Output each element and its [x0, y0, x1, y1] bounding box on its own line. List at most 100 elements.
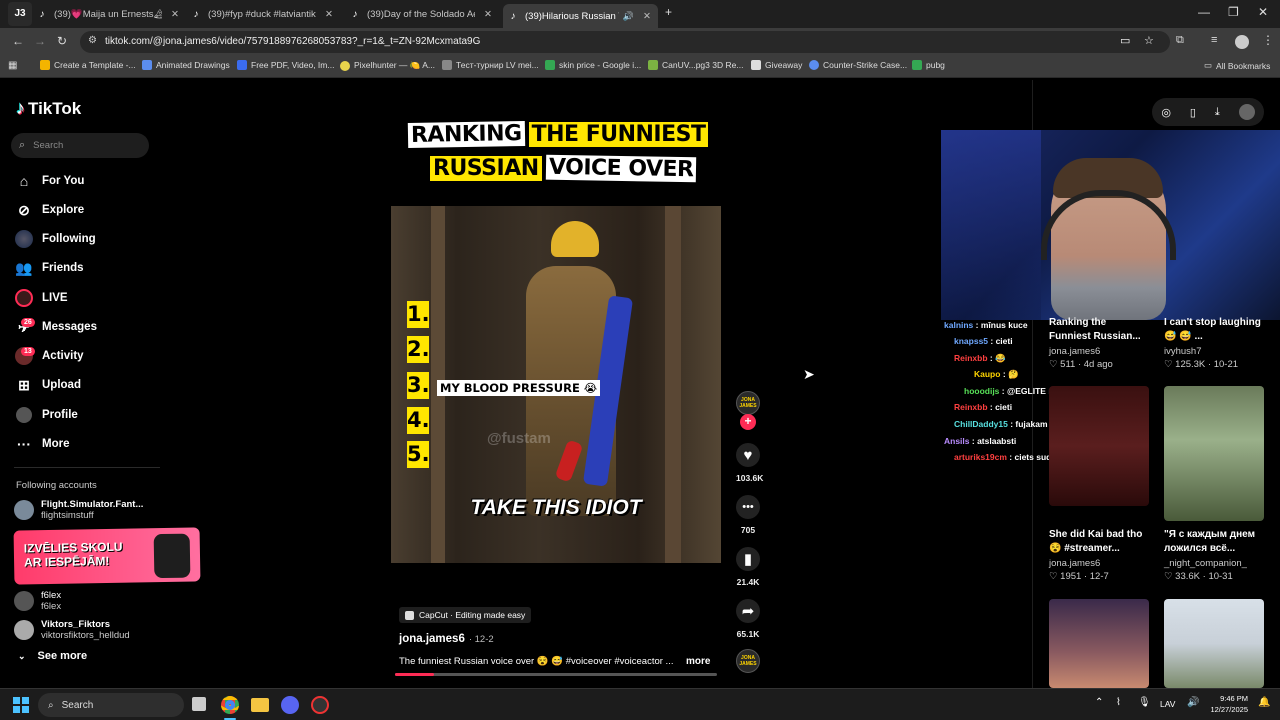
nav-friends[interactable]: 👥 Friends	[14, 258, 83, 278]
extensions-icon[interactable]: ⧉	[1176, 34, 1184, 47]
notifications-icon[interactable]: 🔔	[1258, 697, 1270, 708]
close-icon[interactable]: ✕	[168, 9, 182, 20]
task-view-icon[interactable]	[192, 697, 206, 711]
nav-profile[interactable]: Profile	[14, 405, 78, 425]
nav-explore[interactable]: ⊘ Explore	[14, 200, 84, 220]
heart-icon: ♡	[1164, 359, 1176, 370]
bookmark-item[interactable]: Free PDF, Video, Im...	[237, 60, 334, 70]
clock[interactable]: 9:46 PM 12/27/2025	[1206, 693, 1248, 715]
video-date: · 12-2	[468, 634, 494, 645]
avatar[interactable]	[1238, 104, 1255, 120]
chat-message: Ansils : atslaabsti	[944, 436, 1017, 446]
capcut-icon	[405, 610, 414, 620]
recommended-video-card[interactable]: Ranking the Funniest Russian... jona.jam…	[1049, 310, 1149, 370]
compass-icon[interactable]: ◎	[1161, 106, 1171, 119]
minimize-button[interactable]: —	[1198, 5, 1210, 19]
creator-avatar-button[interactable]: JONA JAMES	[736, 391, 760, 415]
progress-fill	[395, 673, 434, 676]
apps-grid-icon[interactable]: ▦	[8, 60, 17, 71]
bookmark-item[interactable]: Pixelhunter — 🍋 A...	[340, 60, 435, 71]
taskbar-search[interactable]: ⌕ Search	[38, 693, 184, 717]
close-icon[interactable]: ✕	[322, 9, 336, 20]
video-player[interactable]: 1. 2. 3. 4. 5. MY BLOOD PRESSURE 😭 @fust…	[391, 206, 721, 563]
nav-for-you[interactable]: ⌂ For You	[14, 171, 85, 191]
video-thumbnail[interactable]	[1164, 599, 1264, 688]
app-icon[interactable]	[311, 696, 329, 714]
close-window-button[interactable]: ✕	[1258, 5, 1268, 19]
reload-icon[interactable]: ↻	[57, 34, 67, 48]
download-icon[interactable]: ⤓	[1215, 106, 1220, 119]
windows-start-icon[interactable]	[13, 697, 29, 713]
close-icon[interactable]: ✕	[481, 9, 495, 20]
recommended-video-card[interactable]: She did Kai bad tho 😵 #streamer... jona.…	[1049, 522, 1149, 582]
nav-more[interactable]: ··· More	[14, 434, 69, 454]
user-avatar-icon[interactable]	[1235, 35, 1249, 49]
nav-upload[interactable]: ⊞ Upload	[14, 375, 81, 395]
like-button[interactable]: ♥ 103.6K	[736, 443, 763, 483]
sound-avatar-button[interactable]: JONA JAMES	[736, 649, 760, 673]
network-icon[interactable]: ⌇	[1116, 697, 1121, 708]
bookmark-item[interactable]: Counter-Strike Case...	[809, 60, 907, 70]
capcut-tag[interactable]: CapCut · Editing made easy	[399, 607, 532, 623]
new-tab-button[interactable]: +	[665, 5, 672, 19]
video-author[interactable]: jona.james6	[399, 633, 465, 645]
account-item[interactable]: f6lex f6lex	[14, 590, 61, 612]
speaker-icon[interactable]: 🔊	[623, 11, 634, 22]
nav-live[interactable]: LIVE	[14, 288, 68, 308]
all-bookmarks-button[interactable]: ▭ All Bookmarks	[1204, 60, 1270, 71]
tab-3[interactable]: ♪(39)Day of the Soldado Aesthe✕	[349, 4, 495, 24]
file-explorer-icon[interactable]	[251, 698, 269, 712]
video-thumbnail[interactable]	[1164, 386, 1264, 521]
account-item[interactable]: Flight.Simulator.Fant... flightsimstuff	[14, 499, 143, 521]
tab-search-icon[interactable]: ≡	[1211, 34, 1217, 46]
language-indicator[interactable]: LAV	[1160, 699, 1175, 709]
recommended-video-card[interactable]: "Я с каждым днем ложился всё... _night_c…	[1164, 522, 1264, 582]
address-bar-row: ← → ↻ ⚙ tiktok.com/@jona.james6/video/75…	[0, 28, 1280, 56]
bookmark-favicon-icon	[237, 60, 247, 70]
search-input[interactable]: ⌕ Search	[11, 133, 149, 158]
tab-2[interactable]: ♪(39)#fyp #duck #latviantiktok |✕	[190, 4, 336, 24]
discord-icon[interactable]	[281, 696, 299, 714]
tray-chevron-up-icon[interactable]: ⌃	[1095, 697, 1103, 708]
bookmark-item[interactable]: Тест-турнир LV mei...	[442, 60, 539, 70]
device-icon[interactable]: ▯	[1190, 106, 1196, 119]
video-thumbnail[interactable]	[1049, 599, 1149, 688]
bookmark-item[interactable]: skin price - Google i...	[545, 60, 641, 70]
progress-track[interactable]	[395, 673, 717, 676]
cast-icon[interactable]: ▭	[1120, 34, 1130, 47]
follow-plus-icon[interactable]: +	[740, 414, 756, 430]
microphone-icon[interactable]: 🎙	[1138, 697, 1151, 708]
home-icon: ⌂	[19, 173, 29, 189]
volume-icon[interactable]: 🔊	[1187, 697, 1199, 708]
close-icon[interactable]: ✕	[640, 11, 654, 22]
share-button[interactable]: ➦ 65.1K	[736, 599, 760, 639]
menu-kebab-icon[interactable]: ⋮	[1262, 33, 1274, 47]
profile-avatar[interactable]: J3	[8, 2, 32, 26]
bookmark-item[interactable]: Giveaway	[751, 60, 802, 70]
recommended-video-card[interactable]: I can't stop laughing 😅 😅 ... ivyhush7 ♡…	[1164, 310, 1264, 370]
maximize-button[interactable]: ❐	[1228, 5, 1239, 19]
tab-1[interactable]: ♪(39)💗Maija un Ernests🏔 (@n✕	[36, 4, 182, 24]
description-more-button[interactable]: more	[686, 656, 710, 667]
forward-icon[interactable]: →	[34, 34, 46, 48]
bookmark-star-icon[interactable]: ☆	[1144, 34, 1154, 47]
comment-button[interactable]: ••• 705	[736, 495, 760, 535]
back-icon[interactable]: ←	[12, 34, 24, 48]
bookmark-item[interactable]: CanUV...pg3 3D Re...	[648, 60, 743, 70]
nav-following[interactable]: Following	[14, 229, 96, 249]
chrome-icon[interactable]	[221, 696, 239, 714]
video-thumbnail[interactable]	[1049, 386, 1149, 506]
tab-4-active[interactable]: ♪(39)Hilarious Russian Voice🔊✕	[503, 4, 658, 28]
account-item[interactable]: Viktors_Fiktors viktorsfiktors_helldud	[14, 619, 130, 641]
tiktok-logo[interactable]: ♪ TikTok	[16, 98, 81, 119]
bookmark-item[interactable]: Animated Drawings	[142, 60, 230, 70]
see-more-button[interactable]: ⌄ See more	[18, 650, 87, 662]
save-button[interactable]: ▮ 21.4K	[736, 547, 760, 587]
bookmark-item[interactable]: pubg	[912, 60, 945, 70]
tiktok-icon: ♪	[352, 8, 358, 20]
tiktok-icon: ♪	[510, 10, 516, 22]
bookmark-item[interactable]: Create a Template -...	[40, 60, 136, 70]
ad-banner[interactable]: IZVĒLIES SKOLU AR IESPĒJĀM!	[13, 527, 201, 585]
url-field[interactable]: ⚙ tiktok.com/@jona.james6/video/75791889…	[80, 31, 1170, 53]
site-info-icon[interactable]: ⚙	[88, 35, 97, 46]
